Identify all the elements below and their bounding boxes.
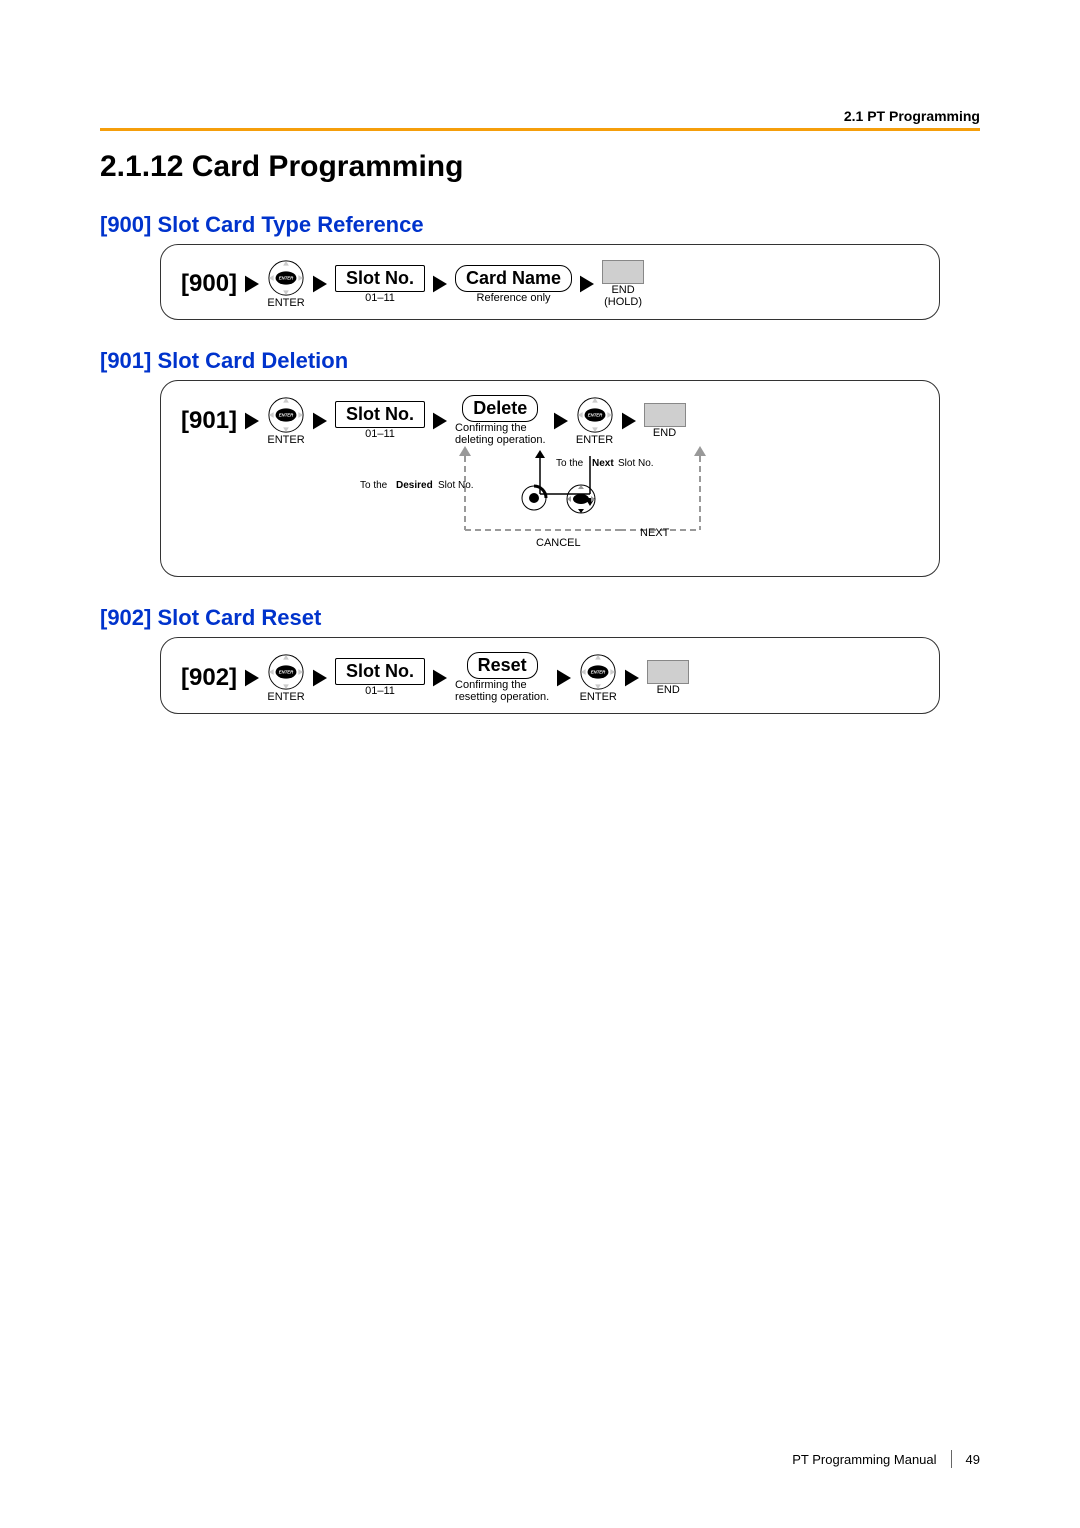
- enter-label: ENTER: [267, 297, 304, 309]
- diagram-902: [902] ENTER ENTER Slot No. 01–11: [160, 637, 940, 714]
- svg-text:Slot No.: Slot No.: [438, 480, 474, 491]
- arrow-icon: [245, 275, 259, 293]
- end-label: END: [611, 284, 634, 296]
- arrow-icon: [433, 412, 447, 430]
- enter-label: ENTER: [267, 434, 304, 446]
- end-key-icon: [644, 403, 686, 427]
- main-heading: 2.1.12 Card Programming: [100, 150, 980, 184]
- arrow-icon: [245, 669, 259, 687]
- footer-sep: [951, 1450, 952, 1468]
- diagram-901: [901] ENTER ENTER Slot No. 01–11: [160, 380, 940, 577]
- footer-page: 49: [966, 1452, 980, 1467]
- end-label: END: [653, 427, 676, 439]
- code-900: [900]: [181, 270, 237, 298]
- footer: PT Programming Manual 49: [792, 1450, 980, 1468]
- svg-text:ENTER: ENTER: [591, 669, 606, 674]
- op-note: Confirming theresetting operation.: [455, 679, 549, 703]
- svg-text:To the: To the: [360, 480, 388, 491]
- op-box-reset: Reset: [467, 652, 538, 679]
- enter-label: ENTER: [576, 434, 613, 446]
- svg-text:Slot No.: Slot No.: [618, 458, 654, 469]
- enter-jog-icon: ENTER: [267, 396, 305, 434]
- end-key-icon: [647, 660, 689, 684]
- slot-box: Slot No.: [335, 265, 425, 292]
- op-note: Confirming thedeleting operation.: [455, 422, 546, 446]
- svg-text:CANCEL: CANCEL: [536, 537, 581, 549]
- hold-label: (HOLD): [604, 296, 642, 308]
- code-901: [901]: [181, 407, 237, 435]
- enter-jog-icon: ENTER: [579, 653, 617, 691]
- svg-text:ENTER: ENTER: [279, 412, 294, 417]
- arrow-icon: [433, 669, 447, 687]
- svg-text:NEXT: NEXT: [640, 527, 670, 539]
- arrow-icon: [313, 669, 327, 687]
- section-header: 2.1 PT Programming: [844, 108, 980, 124]
- enter-label: ENTER: [580, 691, 617, 703]
- page: 2.1 PT Programming 2.1.12 Card Programmi…: [0, 0, 1080, 1528]
- arrow-icon: [313, 275, 327, 293]
- arrow-icon: [625, 669, 639, 687]
- sub-heading-902: [902] Slot Card Reset: [100, 605, 980, 631]
- svg-text:Desired: Desired: [396, 480, 433, 491]
- slot-box: Slot No.: [335, 658, 425, 685]
- sub-heading-901: [901] Slot Card Deletion: [100, 348, 980, 374]
- slot-range: 01–11: [365, 428, 395, 440]
- diagram-900: [900] ENTER ENTER: [160, 244, 940, 320]
- arrow-icon: [622, 412, 636, 430]
- loop-area: To the Next Slot No. To the Desired Slot…: [181, 446, 919, 566]
- arrow-icon: [554, 412, 568, 430]
- svg-text:To the: To the: [556, 458, 584, 469]
- svg-text:ENTER: ENTER: [279, 669, 294, 674]
- svg-text:ENTER: ENTER: [279, 276, 294, 281]
- end-key-icon: [602, 260, 644, 284]
- arrow-icon: [433, 275, 447, 293]
- arrow-icon: [313, 412, 327, 430]
- code-902: [902]: [181, 664, 237, 692]
- enter-jog-icon: ENTER: [267, 259, 305, 297]
- enter-jog-icon: ENTER: [576, 396, 614, 434]
- svg-text:ENTER: ENTER: [587, 412, 602, 417]
- slot-range: 01–11: [365, 685, 395, 697]
- arrow-icon: [557, 669, 571, 687]
- slot-range: 01–11: [365, 292, 395, 304]
- op-note: Reference only: [477, 292, 551, 304]
- arrow-icon: [245, 412, 259, 430]
- slot-box: Slot No.: [335, 401, 425, 428]
- svg-text:Next: Next: [592, 458, 614, 469]
- header-rule: [100, 128, 980, 131]
- arrow-icon: [580, 275, 594, 293]
- op-box-delete: Delete: [462, 395, 538, 422]
- footer-manual: PT Programming Manual: [792, 1452, 936, 1467]
- op-box-cardname: Card Name: [455, 265, 572, 292]
- enter-label: ENTER: [267, 691, 304, 703]
- enter-jog-icon: ENTER: [267, 653, 305, 691]
- end-label: END: [657, 684, 680, 696]
- sub-heading-900: [900] Slot Card Type Reference: [100, 212, 980, 238]
